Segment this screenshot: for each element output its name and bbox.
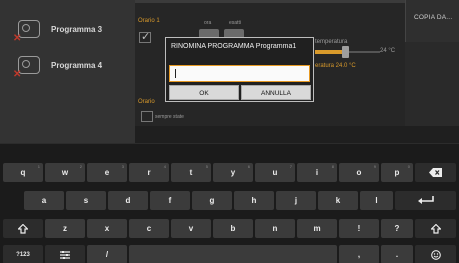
program-icon: ✕ <box>13 56 40 80</box>
key-x[interactable]: x <box>87 219 127 238</box>
program-item-3[interactable]: ✕ Programma 3 <box>0 11 135 47</box>
backspace-icon <box>429 168 442 177</box>
text-caret <box>175 69 176 78</box>
key-q[interactable]: q1 <box>3 163 43 182</box>
key-t[interactable]: t5 <box>171 163 211 182</box>
bottom-bar <box>135 126 459 143</box>
program-name: Programma 3 <box>51 24 103 34</box>
key-f[interactable]: f <box>150 191 190 210</box>
emoji-icon <box>430 249 441 260</box>
program-icon: ✕ <box>13 20 40 44</box>
temperature-label: temperatura <box>315 39 348 45</box>
temperature-slider-thumb[interactable] <box>342 46 349 58</box>
shift-icon <box>430 223 441 234</box>
key-u[interactable]: u7 <box>255 163 295 182</box>
shift-key-right[interactable] <box>415 219 456 238</box>
cancel-button[interactable]: ANNULLA <box>241 85 311 100</box>
key-v[interactable]: v <box>171 219 211 238</box>
delete-mark-icon: ✕ <box>13 33 22 44</box>
delete-mark-icon: ✕ <box>13 69 22 80</box>
key-a[interactable]: a <box>24 191 64 210</box>
key-d[interactable]: d <box>108 191 148 210</box>
on-screen-keyboard: q1 w2 e3 r4 t5 y6 u7 i8 o9 p0 a s d f g … <box>0 143 459 263</box>
enter-key[interactable] <box>395 191 456 210</box>
key-m[interactable]: m <box>297 219 337 238</box>
key-j[interactable]: j <box>276 191 316 210</box>
key-h[interactable]: h <box>234 191 274 210</box>
orario2-checkbox[interactable] <box>141 111 153 122</box>
orario2-label: Orario <box>138 99 155 105</box>
key-z[interactable]: z <box>45 219 85 238</box>
key-n[interactable]: n <box>255 219 295 238</box>
ok-button[interactable]: OK <box>169 85 239 100</box>
esatti-label: esatti <box>229 20 241 26</box>
orario1-checkbox[interactable] <box>139 30 151 43</box>
key-comma[interactable]: , <box>339 245 379 263</box>
key-c[interactable]: c <box>129 219 169 238</box>
key-s[interactable]: s <box>66 191 106 210</box>
temperature-readout: eratura 24.0 °C <box>315 63 356 69</box>
keyboard-settings-key[interactable] <box>45 245 85 263</box>
program-item-4[interactable]: ✕ Programma 4 <box>0 47 135 83</box>
shift-key-left[interactable] <box>3 219 43 238</box>
key-question[interactable]: ? <box>381 219 413 238</box>
key-k[interactable]: k <box>318 191 358 210</box>
key-l[interactable]: l <box>360 191 393 210</box>
emoji-key[interactable] <box>415 245 456 263</box>
key-r[interactable]: r4 <box>129 163 169 182</box>
key-o[interactable]: o9 <box>339 163 379 182</box>
dialog-title: RINOMINA PROGRAMMA Programma1 <box>171 43 297 50</box>
key-w[interactable]: w2 <box>45 163 85 182</box>
program-name-input[interactable] <box>169 65 310 82</box>
temperature-value: 24 °C <box>380 48 396 54</box>
rename-program-dialog: RINOMINA PROGRAMMA Programma1 OK ANNULLA <box>165 37 314 102</box>
shift-icon <box>18 223 28 234</box>
enter-icon <box>417 196 434 204</box>
copy-from-button[interactable]: COPIA DA... <box>405 0 459 42</box>
ora-label: ora <box>204 20 212 26</box>
key-b[interactable]: b <box>213 219 253 238</box>
key-slash[interactable]: / <box>87 245 127 263</box>
space-key[interactable] <box>129 245 337 263</box>
program-list: ✕ Programma 3 ✕ Programma 4 <box>0 0 135 143</box>
temperature-fill <box>315 50 342 54</box>
program-name: Programma 4 <box>51 60 103 70</box>
key-period[interactable]: . <box>381 245 413 263</box>
backspace-key[interactable] <box>415 163 456 182</box>
orario1-label: Orario 1 <box>138 18 160 24</box>
key-exclamation[interactable]: ! <box>339 219 379 238</box>
keyboard-settings-icon <box>60 250 70 259</box>
symbols-key[interactable]: ?123 <box>3 245 43 263</box>
key-i[interactable]: i8 <box>297 163 337 182</box>
key-p[interactable]: p0 <box>381 163 413 182</box>
key-g[interactable]: g <box>192 191 232 210</box>
key-e[interactable]: e3 <box>87 163 127 182</box>
schedule-label: sempre state <box>155 114 184 120</box>
key-y[interactable]: y6 <box>213 163 253 182</box>
